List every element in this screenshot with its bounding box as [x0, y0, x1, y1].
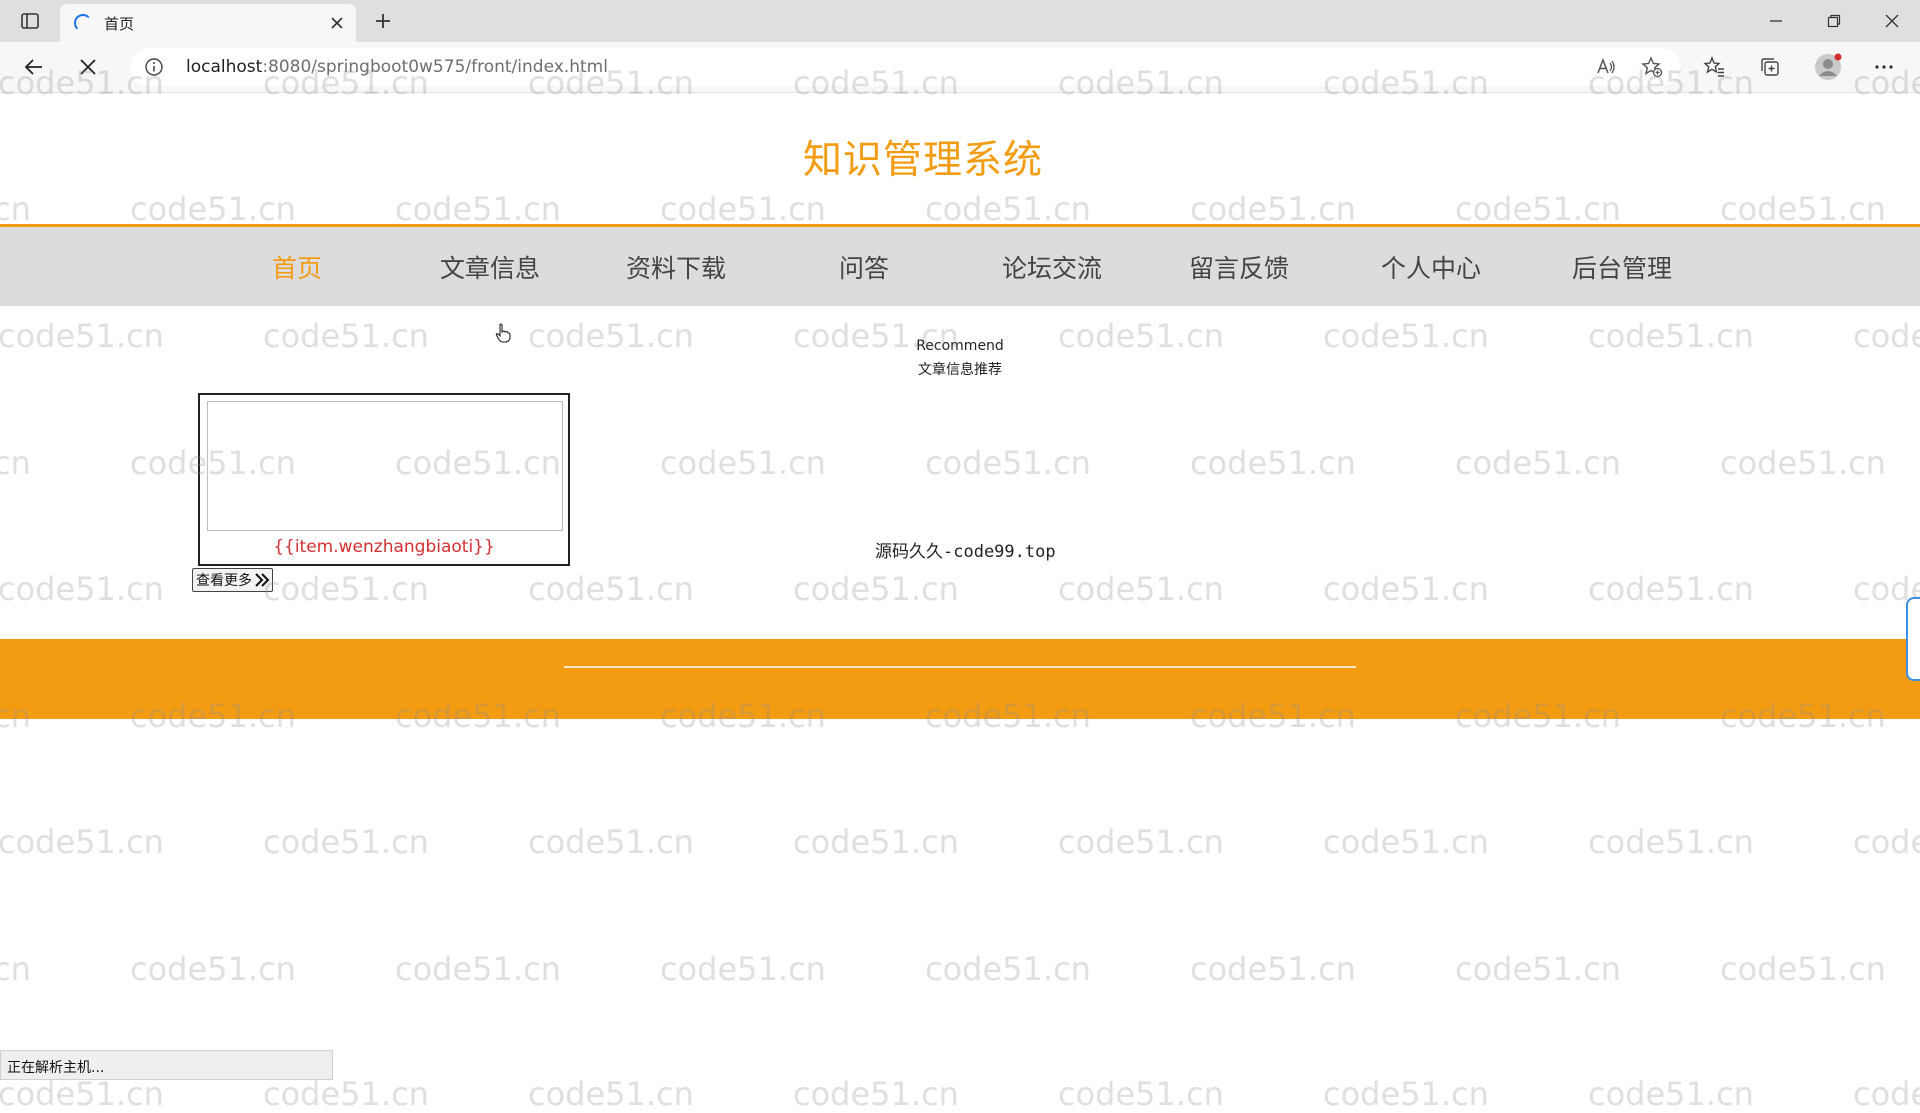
- tab-actions-icon: [21, 13, 39, 29]
- favorites-button[interactable]: [1696, 50, 1732, 84]
- browser-tab-strip: 首页: [0, 0, 1920, 42]
- nav-item-articles[interactable]: 文章信息: [440, 249, 540, 285]
- watermark-text: code51.cn: [1588, 1075, 1754, 1113]
- watermark-text: code51.cn: [1853, 1075, 1920, 1113]
- site-title: 知识管理系统: [802, 138, 1043, 183]
- back-button[interactable]: [16, 50, 52, 84]
- nav-item-downloads[interactable]: 资料下载: [626, 249, 726, 285]
- article-image: [207, 401, 563, 531]
- star-add-icon: [1641, 56, 1663, 78]
- tab-close-button[interactable]: [324, 10, 350, 36]
- window-close-icon: [1885, 14, 1899, 28]
- nav-item-qa[interactable]: 问答: [839, 249, 889, 285]
- collections-icon: [1761, 58, 1779, 76]
- status-text: 正在解析主机...: [7, 1060, 105, 1076]
- info-icon: [145, 58, 163, 76]
- window-close-button[interactable]: [1864, 0, 1920, 42]
- hand-cursor-icon: [495, 323, 511, 343]
- scrollbar-thumb[interactable]: [1906, 597, 1920, 681]
- minimize-icon: [1770, 20, 1782, 22]
- restore-button[interactable]: [1806, 0, 1862, 42]
- site-info-button[interactable]: [144, 57, 164, 77]
- restore-icon: [1827, 14, 1841, 28]
- view-more-label: 查看更多: [196, 572, 252, 588]
- nav-item-home[interactable]: 首页: [272, 249, 322, 285]
- status-bar: 正在解析主机...: [0, 1050, 333, 1080]
- nav-item-profile[interactable]: 个人中心: [1381, 249, 1481, 285]
- recommend-heading-cn: 文章信息推荐: [918, 362, 1002, 378]
- watermark-text: code51.cn: [1323, 1075, 1489, 1113]
- recommend-heading-en: Recommend: [916, 338, 1004, 354]
- watermark-text: code51.cn: [528, 1075, 694, 1113]
- read-aloud-icon: [1597, 57, 1615, 74]
- more-dots-icon: [1875, 65, 1893, 69]
- watermark-text: code51.cn: [793, 1075, 959, 1113]
- tab-title: 首页: [104, 15, 135, 33]
- close-icon: [331, 17, 343, 29]
- nav-item-forum[interactable]: 论坛交流: [1002, 249, 1102, 285]
- page-footer: [0, 639, 1920, 719]
- article-card[interactable]: {{item.wenzhangbiaoti}}: [198, 393, 570, 566]
- watermark-text: code51.cn: [0, 1075, 164, 1113]
- plus-icon: [376, 14, 390, 28]
- source-watermark-text: 源码久久-code99.top: [875, 542, 1056, 562]
- add-favorite-button[interactable]: [1634, 50, 1670, 84]
- main-navbar: 首页 文章信息 资料下载 问答 论坛交流 留言反馈 个人中心 后台管理: [0, 224, 1920, 306]
- address-bar[interactable]: localhost:8080/springboot0w575/front/ind…: [130, 48, 1680, 86]
- browser-tab-active[interactable]: 首页: [60, 4, 356, 42]
- browser-toolbar: localhost:8080/springboot0w575/front/ind…: [0, 42, 1920, 93]
- new-tab-button[interactable]: [368, 6, 398, 36]
- watermark-text: code51.cn: [1058, 1075, 1224, 1113]
- loading-spinner-icon: [74, 14, 92, 32]
- nav-item-admin[interactable]: 后台管理: [1572, 249, 1672, 285]
- url-text[interactable]: localhost:8080/springboot0w575/front/ind…: [186, 57, 608, 77]
- stop-loading-button[interactable]: [70, 50, 106, 84]
- arrow-left-icon: [24, 59, 42, 75]
- view-more-button[interactable]: 查看更多: [192, 568, 273, 592]
- stop-x-icon: [80, 59, 96, 75]
- profile-button[interactable]: [1810, 50, 1846, 84]
- article-title: {{item.wenzhangbiaoti}}: [273, 537, 495, 557]
- collections-button[interactable]: [1752, 50, 1788, 84]
- footer-divider: [564, 666, 1356, 668]
- favorites-icon: [1703, 56, 1724, 77]
- settings-more-button[interactable]: [1866, 50, 1902, 84]
- minimize-button[interactable]: [1748, 0, 1804, 42]
- url-path: :8080/springboot0w575/front/index.html: [262, 57, 608, 77]
- page-content: 知识管理系统 首页 文章信息 资料下载 问答 论坛交流 留言反馈 个人中心 后台…: [0, 93, 1920, 1080]
- watermark-text: code51.cn: [263, 1075, 429, 1113]
- double-chevron-right-icon: [255, 573, 270, 587]
- read-aloud-button[interactable]: [1588, 50, 1624, 84]
- avatar-icon: [1815, 53, 1842, 80]
- tab-actions-button[interactable]: [12, 8, 48, 34]
- url-host: localhost: [186, 57, 263, 77]
- nav-item-feedback[interactable]: 留言反馈: [1189, 249, 1289, 285]
